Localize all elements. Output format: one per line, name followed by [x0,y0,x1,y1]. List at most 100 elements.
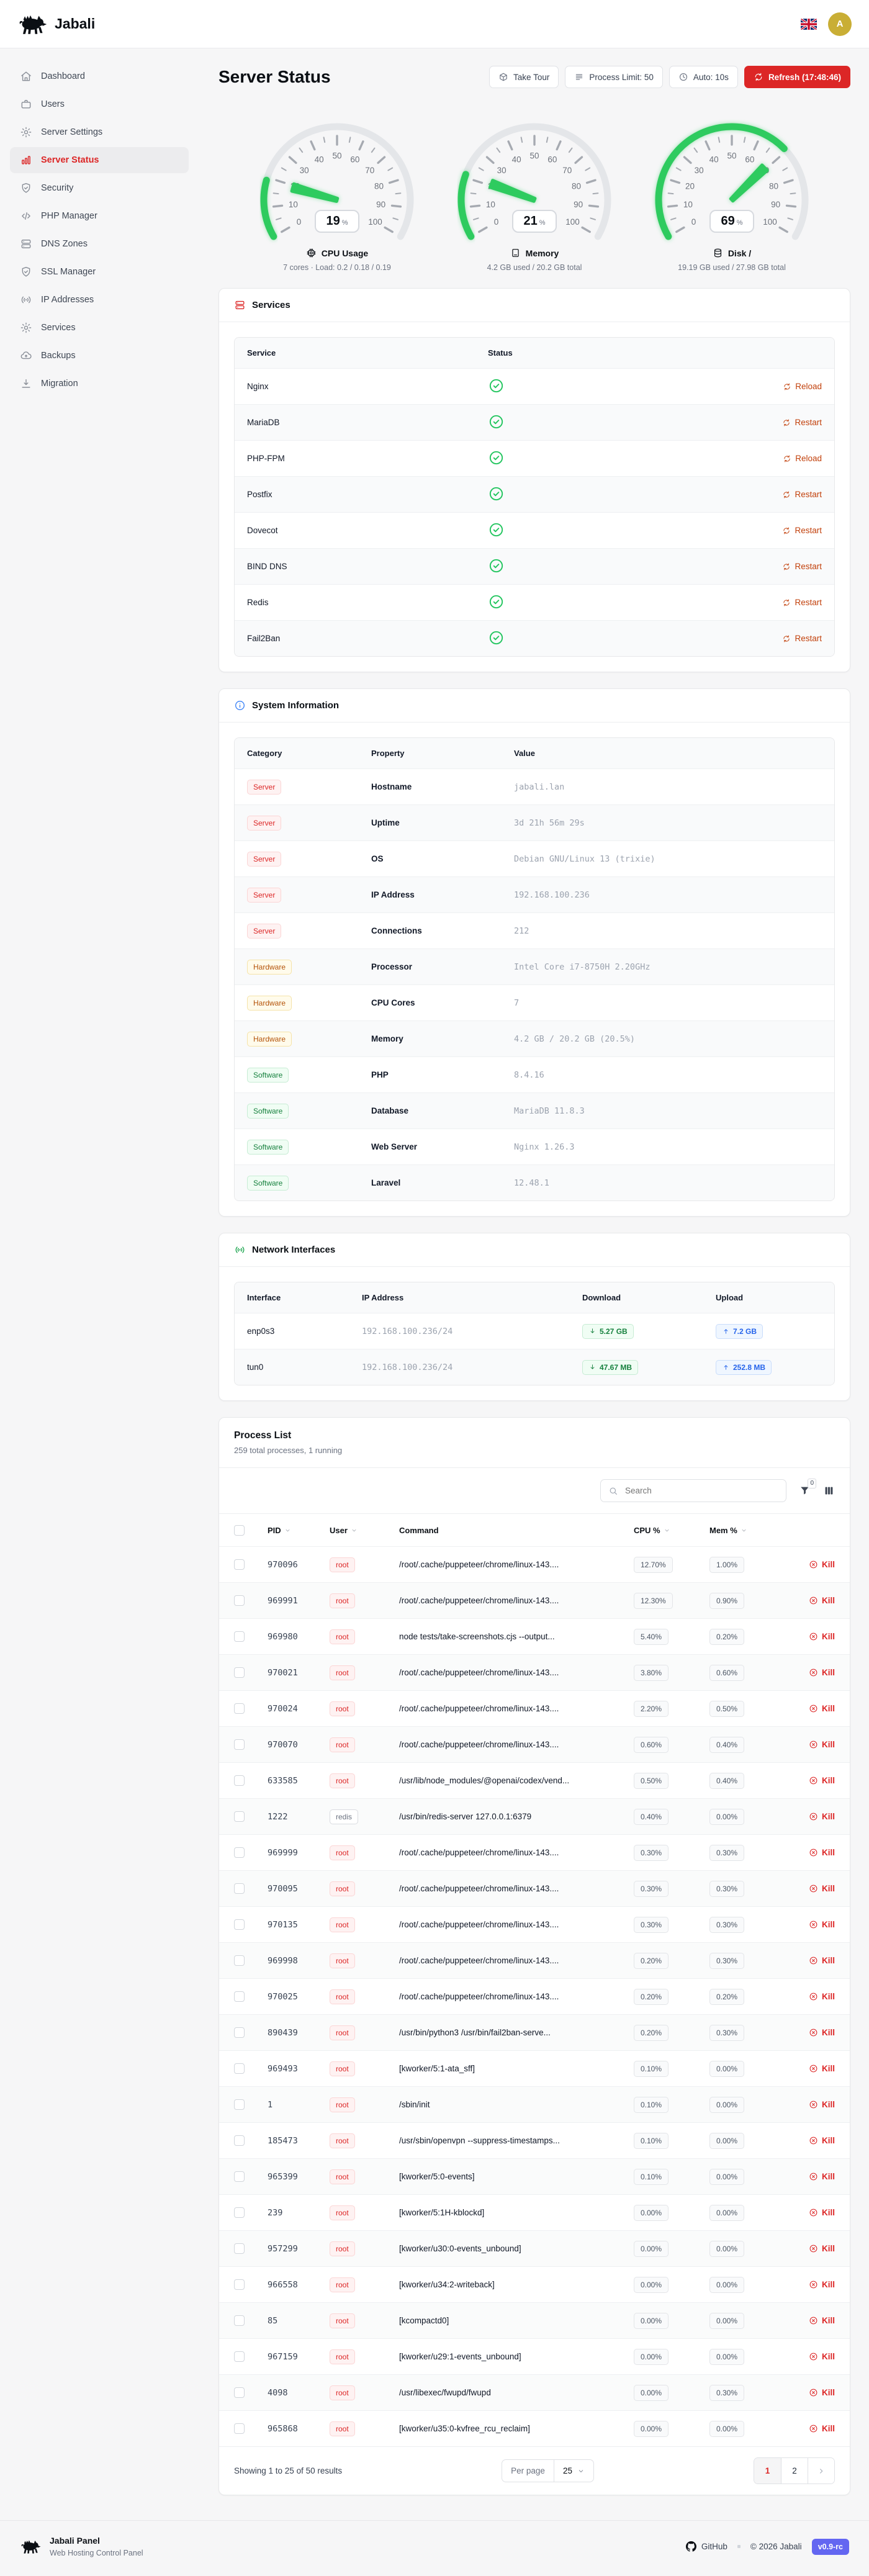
kill-button[interactable]: Kill [809,1596,835,1605]
per-page-select[interactable]: Per page 25 [502,2459,594,2482]
sidebar-item-migration[interactable]: Migration [10,371,189,397]
kill-button[interactable]: Kill [809,2208,835,2217]
column-header-cpu[interactable]: CPU % [634,1526,709,1535]
kill-button[interactable]: Kill [809,2028,835,2037]
search-input[interactable] [624,1485,778,1496]
kill-button[interactable]: Kill [809,2352,835,2361]
mem-badge: 0.30% [709,1881,744,1897]
row-checkbox[interactable] [234,2171,245,2182]
avatar[interactable]: A [828,12,852,36]
kill-button[interactable]: Kill [809,1992,835,2001]
kill-button[interactable]: Kill [809,1776,835,1785]
sidebar-item-users[interactable]: Users [10,91,189,117]
kill-button[interactable]: Kill [809,1704,835,1713]
column-header-mem[interactable]: Mem % [709,1526,783,1535]
auto-refresh-button[interactable]: Auto: 10s [669,66,738,88]
kill-button[interactable]: Kill [809,1812,835,1821]
kill-button[interactable]: Kill [809,1956,835,1965]
sidebar-item-security[interactable]: Security [10,175,189,201]
property-value: Debian GNU/Linux 13 (trixie) [514,854,822,864]
sidebar-item-server-settings[interactable]: Server Settings [10,119,189,145]
check-circle-icon [488,629,505,646]
row-checkbox[interactable] [234,1955,245,1966]
language-flag-icon[interactable] [801,19,817,30]
row-checkbox[interactable] [234,2135,245,2146]
row-checkbox[interactable] [234,2351,245,2362]
row-checkbox[interactable] [234,1703,245,1714]
cpu-badge: 0.00% [634,2277,669,2293]
kill-button[interactable]: Kill [809,1668,835,1677]
sidebar-item-dns-zones[interactable]: DNS Zones [10,231,189,257]
kill-button[interactable]: Kill [809,2316,835,2325]
restart-button[interactable]: Restart [782,526,822,535]
kill-button[interactable]: Kill [809,1848,835,1857]
page-button-2[interactable]: 2 [781,2458,808,2484]
restart-button[interactable]: Restart [782,598,822,607]
boar-logo-icon [20,2538,41,2555]
row-checkbox[interactable] [234,1847,245,1858]
row-checkbox[interactable] [234,2063,245,2074]
column-header-pid[interactable]: PID [268,1526,330,1535]
kill-label: Kill [822,1740,835,1749]
row-checkbox[interactable] [234,1739,245,1750]
row-checkbox[interactable] [234,2243,245,2254]
kill-button[interactable]: Kill [809,2136,835,2145]
kill-button[interactable]: Kill [809,1740,835,1749]
x-circle-icon [809,2208,818,2217]
row-checkbox[interactable] [234,1667,245,1678]
kill-button[interactable]: Kill [809,1632,835,1641]
reload-button[interactable]: Reload [783,454,822,463]
kill-button[interactable]: Kill [809,2280,835,2289]
row-checkbox[interactable] [234,1631,245,1642]
process-limit-button[interactable]: Process Limit: 50 [565,66,663,88]
next-page-button[interactable] [808,2458,834,2484]
sidebar-item-php-manager[interactable]: PHP Manager [10,203,189,229]
take-tour-button[interactable]: Take Tour [489,66,559,88]
row-checkbox[interactable] [234,1991,245,2002]
kill-button[interactable]: Kill [809,2172,835,2181]
kill-button[interactable]: Kill [809,2388,835,2397]
kill-button[interactable]: Kill [809,2064,835,2073]
restart-button[interactable]: Restart [782,634,822,643]
page-button-1[interactable]: 1 [754,2458,781,2484]
row-checkbox[interactable] [234,1595,245,1606]
row-checkbox[interactable] [234,2315,245,2326]
main-content: Server Status Take Tour Process Limit: 5… [199,48,869,2511]
row-checkbox[interactable] [234,1919,245,1930]
sidebar-item-services[interactable]: Services [10,315,189,341]
row-checkbox[interactable] [234,1559,245,1570]
restart-button[interactable]: Restart [782,490,822,499]
sidebar-item-backups[interactable]: Backups [10,343,189,369]
columns-button[interactable] [823,1485,835,1497]
row-checkbox[interactable] [234,2423,245,2434]
kill-button[interactable]: Kill [809,1884,835,1893]
restart-button[interactable]: Restart [782,418,822,427]
select-all-checkbox[interactable] [234,1525,245,1536]
sidebar-item-dashboard[interactable]: Dashboard [10,63,189,89]
svg-text:60: 60 [745,155,754,164]
reload-button[interactable]: Reload [783,382,822,391]
row-checkbox[interactable] [234,2099,245,2110]
github-link[interactable]: GitHub [686,2541,727,2552]
kill-button[interactable]: Kill [809,1560,835,1569]
row-checkbox[interactable] [234,2279,245,2290]
kill-button[interactable]: Kill [809,2100,835,2109]
sidebar-item-ip-addresses[interactable]: IP Addresses [10,287,189,313]
row-checkbox[interactable] [234,1775,245,1786]
row-checkbox[interactable] [234,2207,245,2218]
cpu-badge: 0.20% [634,1953,669,1969]
column-header-user[interactable]: User [330,1526,399,1535]
search-box[interactable] [600,1479,786,1502]
row-checkbox[interactable] [234,1883,245,1894]
sidebar-item-ssl-manager[interactable]: SSL Manager [10,259,189,285]
filter-button[interactable]: 0 [799,1485,811,1497]
row-checkbox[interactable] [234,2027,245,2038]
kill-button[interactable]: Kill [809,2424,835,2433]
row-checkbox[interactable] [234,1811,245,1822]
sidebar-item-server-status[interactable]: Server Status [10,147,189,173]
row-checkbox[interactable] [234,2387,245,2398]
refresh-button[interactable]: Refresh (17:48:46) [744,66,850,88]
kill-button[interactable]: Kill [809,2244,835,2253]
kill-button[interactable]: Kill [809,1920,835,1929]
restart-button[interactable]: Restart [782,562,822,571]
